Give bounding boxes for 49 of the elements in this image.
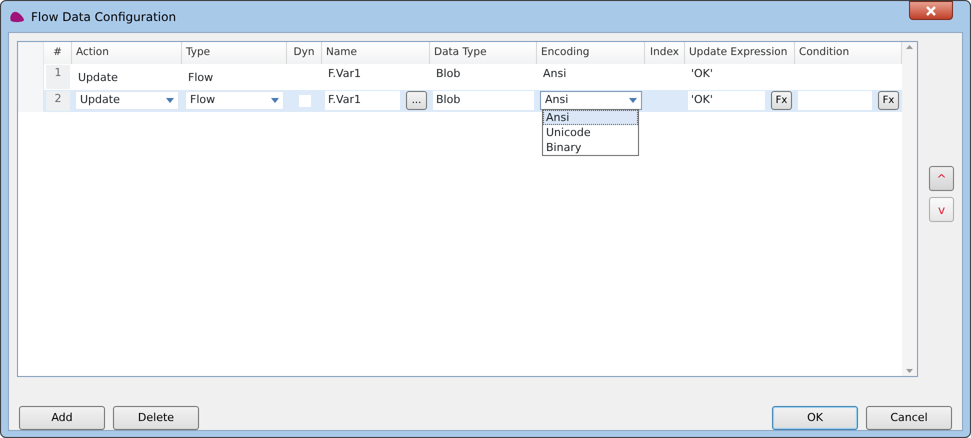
expression-button[interactable]: Fx: [771, 91, 792, 110]
move-down-button[interactable]: v: [929, 197, 954, 222]
column-header: Condition: [795, 42, 902, 64]
column-header: Encoding: [537, 42, 645, 64]
scroll-up-icon: [906, 45, 913, 49]
expression-button[interactable]: Fx: [878, 91, 899, 110]
scroll-down-icon: [906, 369, 913, 373]
column-header: Index: [645, 42, 685, 64]
close-icon: [925, 6, 937, 16]
table-cell-text: 'OK': [690, 66, 714, 82]
table-cell-text: Ansi: [542, 66, 568, 82]
column-header: Type: [182, 42, 287, 64]
text-field[interactable]: [798, 91, 872, 110]
dropdown-arrow-icon: [271, 98, 279, 103]
column-header: Action: [72, 42, 182, 64]
row-number: 1: [46, 65, 70, 89]
scrollbar[interactable]: [902, 42, 917, 376]
column-header: Name: [322, 42, 430, 64]
column-header: #: [44, 42, 72, 64]
browse-button[interactable]: ...: [406, 91, 427, 110]
table-cell-text: Blob: [435, 66, 462, 82]
dropdown-option[interactable]: Unicode: [543, 125, 638, 140]
dropdown[interactable]: Update: [75, 91, 179, 110]
checkbox[interactable]: [298, 95, 310, 107]
column-header: Update Expression: [685, 42, 795, 64]
app-logo-icon: [9, 10, 25, 23]
close-button[interactable]: [909, 1, 953, 20]
table-cell-text: F.Var1: [327, 66, 362, 82]
dropdown-arrow-icon: [629, 98, 637, 103]
row-header[interactable]: [18, 90, 44, 112]
table-cell-text: Flow: [187, 70, 214, 86]
column-header: Data Type: [430, 42, 537, 64]
text-field[interactable]: 'OK': [688, 91, 765, 110]
table-cell-text: Update: [77, 70, 119, 86]
ok-button[interactable]: OK: [772, 406, 858, 430]
dropdown-option[interactable]: Binary: [543, 140, 638, 155]
dropdown-option[interactable]: Ansi: [543, 110, 638, 125]
dropdown-arrow-icon: [166, 98, 174, 103]
dropdown[interactable]: Flow: [185, 91, 284, 110]
delete-button[interactable]: Delete: [113, 406, 199, 430]
add-button[interactable]: Add: [19, 406, 105, 430]
cancel-button[interactable]: Cancel: [866, 406, 952, 430]
text-field[interactable]: Blob: [433, 91, 534, 110]
window-title: Flow Data Configuration: [31, 8, 176, 26]
row-number: 2: [46, 91, 70, 111]
move-up-button[interactable]: ^: [929, 166, 954, 191]
column-header: Dyn: [287, 42, 322, 64]
dropdown[interactable]: Ansi: [540, 91, 642, 110]
text-field[interactable]: F.Var1: [325, 91, 400, 110]
